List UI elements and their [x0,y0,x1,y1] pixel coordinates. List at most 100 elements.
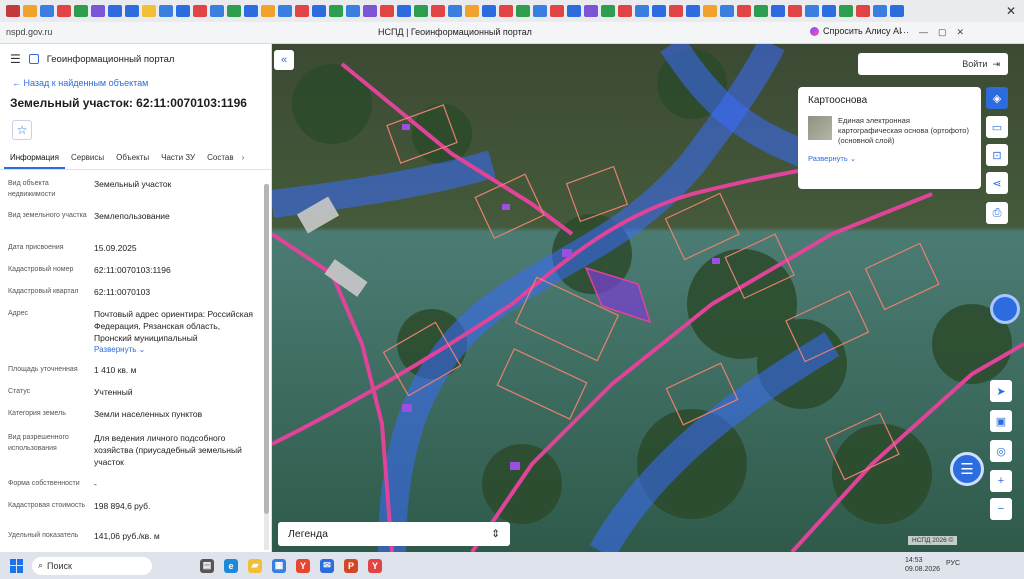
language-indicator[interactable]: РУС [946,560,960,567]
tab-icon[interactable] [465,5,479,17]
tab-icon[interactable] [414,5,428,17]
tab-icon[interactable] [448,5,462,17]
browser-menu-icons[interactable]: ⋯—▢✕ [900,27,974,38]
tab-icon[interactable] [261,5,275,17]
tab-icon[interactable] [550,5,564,17]
expand-basemap-link[interactable]: Развернуть ⌄ [808,154,971,163]
tab-icon[interactable] [57,5,71,17]
menu-icon[interactable]: ☰ [10,52,21,66]
collapse-panel-button[interactable]: « [274,50,294,70]
tab-icon[interactable] [142,5,156,17]
tab-icon[interactable] [669,5,683,17]
tab-icon[interactable] [720,5,734,17]
tab-icon[interactable] [295,5,309,17]
tab-services[interactable]: Сервисы [65,148,110,169]
favorite-button[interactable]: ☆ [12,120,32,140]
tab-icon[interactable] [754,5,768,17]
tab-icon[interactable] [278,5,292,17]
alisa-button[interactable]: Спросить Алису AI [810,26,902,36]
tab-icon[interactable] [839,5,853,17]
layers-button[interactable]: ◈ [986,87,1008,109]
tab-icon[interactable] [6,5,20,17]
tab-icon[interactable] [601,5,615,17]
tab-objects[interactable]: Объекты [110,148,155,169]
tab-icon[interactable] [737,5,751,17]
tab-icon[interactable] [108,5,122,17]
tab-icon[interactable] [346,5,360,17]
file-explorer-icon[interactable]: ▰ [248,558,262,573]
tab-icon[interactable] [635,5,649,17]
back-link[interactable]: ← Назад к найденным объектам [0,74,271,92]
measure-button[interactable]: ⊡ [986,144,1008,166]
side-widget-button[interactable] [990,294,1020,324]
tab-parts[interactable]: Части ЗУ [155,148,201,169]
tab-icon[interactable] [771,5,785,17]
tab-icon[interactable] [363,5,377,17]
powerpoint-icon[interactable]: P [344,558,358,573]
yandex-browser-icon[interactable]: Y [296,558,310,573]
tab-icon[interactable] [227,5,241,17]
task-view-icon[interactable]: ▤ [200,558,214,573]
tab-icon[interactable] [397,5,411,17]
tab-icon[interactable] [856,5,870,17]
tab-icon[interactable] [159,5,173,17]
tab-icon[interactable] [125,5,139,17]
tab-icon[interactable] [482,5,496,17]
clock[interactable]: 14:53 09.08.2026 [905,556,940,574]
tab-icon[interactable] [431,5,445,17]
url-field[interactable]: nspd.gov.ru [6,27,52,37]
panel-scrollbar[interactable] [264,184,269,550]
locate-button[interactable]: ➤ [990,380,1012,402]
tab-icon[interactable] [873,5,887,17]
tab-icon[interactable] [618,5,632,17]
tab-icon[interactable] [499,5,513,17]
tab-icon[interactable] [40,5,54,17]
zoom-in-button[interactable]: + [990,470,1012,492]
tab-icon[interactable] [380,5,394,17]
tab-icon[interactable] [805,5,819,17]
tab-icon[interactable] [176,5,190,17]
zoom-out-button[interactable]: − [990,498,1012,520]
scrollbar-thumb[interactable] [264,184,269,514]
field-value: Почтовый адрес ориентира: Российская Фед… [94,308,254,364]
basemap-layer[interactable]: Единая электронная картографическая осно… [808,116,971,146]
tab-icon[interactable] [329,5,343,17]
tab-icon[interactable] [652,5,666,17]
tab-icon[interactable] [890,5,904,17]
share-button[interactable]: ⋖ [986,172,1008,194]
tab-icon[interactable] [822,5,836,17]
tab-icon[interactable] [516,5,530,17]
print-button[interactable]: ⎙ [986,202,1008,224]
basemap-button[interactable]: ▭ [986,116,1008,138]
tab-icon[interactable] [584,5,598,17]
tab-icon[interactable] [210,5,224,17]
legend-dropdown[interactable]: Легенда ⇕ [278,522,510,546]
tab-icon[interactable] [193,5,207,17]
tab-icon[interactable] [703,5,717,17]
mail-icon[interactable]: ✉ [320,558,334,573]
globe-button[interactable]: ◎ [990,440,1012,462]
login-button[interactable]: Войти ⇥ [858,53,1008,75]
yandex-icon[interactable]: Y [368,558,382,573]
tab-icon[interactable] [567,5,581,17]
store-icon[interactable]: ▦ [272,558,286,573]
tab-icon[interactable] [312,5,326,17]
tab-icon[interactable] [244,5,258,17]
tab-information[interactable]: Информация [4,148,65,169]
windows-start-icon[interactable] [10,558,24,573]
tab-icon[interactable] [533,5,547,17]
tab-icon[interactable] [23,5,37,17]
expand-address-link[interactable]: Развернуть ⌄ [94,344,254,356]
chat-button[interactable]: ☰ [950,452,984,486]
taskbar-search[interactable]: ⌕ Поиск [32,556,152,575]
tab-icon[interactable] [91,5,105,17]
chevron-right-icon[interactable]: › [240,148,249,169]
close-icon[interactable]: ✕ [1006,4,1016,18]
tab-icon[interactable] [686,5,700,17]
tab-icon[interactable] [788,5,802,17]
minimap-button[interactable]: ▣ [990,410,1012,432]
edge-icon[interactable]: e [224,558,238,573]
map-view[interactable]: « Войти ⇥ Картооснова Единая электронная… [272,44,1024,552]
tab-icon[interactable] [74,5,88,17]
tab-composition[interactable]: Состав [201,148,240,169]
